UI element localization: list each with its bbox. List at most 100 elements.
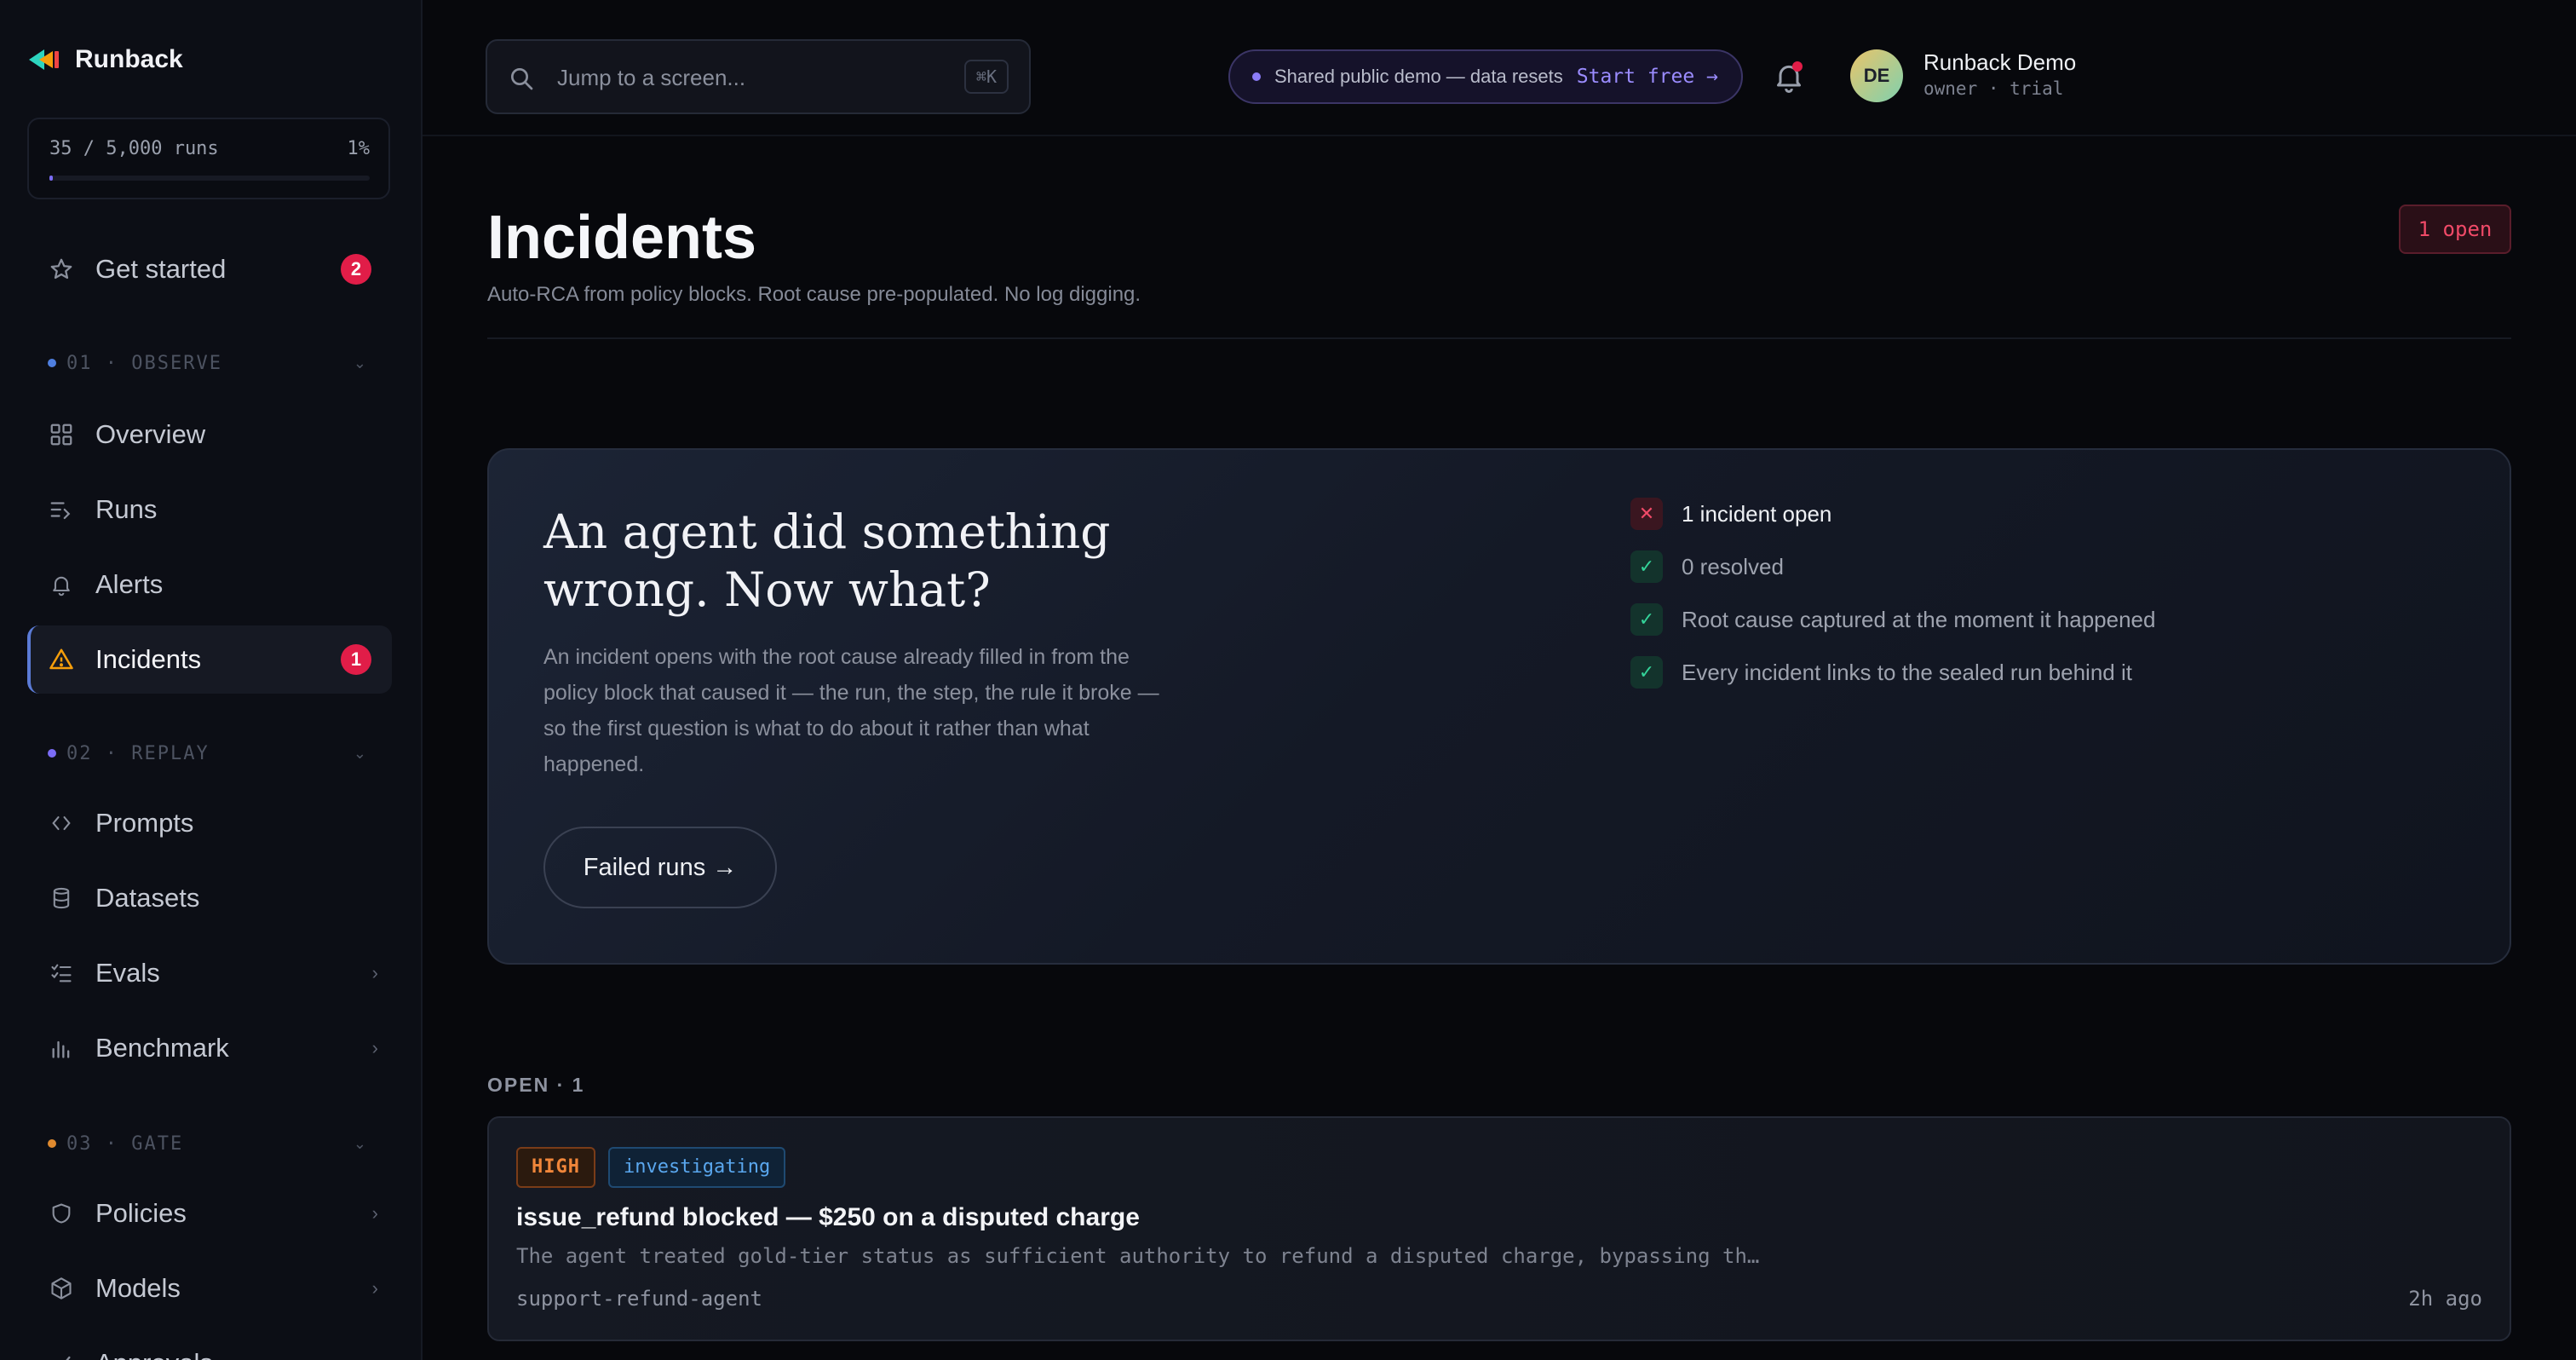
bell-icon (48, 571, 75, 598)
status-badge: investigating (608, 1147, 786, 1188)
sidebar-item-label: Overview (95, 419, 206, 449)
incident-agent: support-refund-agent (516, 1287, 762, 1311)
open-list-label: OPEN · 1 (487, 1074, 585, 1096)
checklist-text: Every incident links to the sealed run b… (1682, 659, 2132, 685)
sidebar-item-alerts[interactable]: Alerts (27, 550, 392, 619)
sidebar-item-runs[interactable]: Runs (27, 475, 392, 544)
sidebar-item-label: Get started (95, 254, 227, 284)
shield-icon (48, 1200, 75, 1227)
header-divider (487, 337, 2511, 339)
demo-dot (1252, 72, 1261, 81)
usage-track (49, 176, 370, 181)
section-label: 01 · OBSERVE (66, 352, 222, 374)
sidebar-item-approvals[interactable]: Approvals (27, 1329, 392, 1360)
list-arrow-icon (48, 496, 75, 523)
chevron-right-icon: › (371, 1037, 378, 1058)
brand-name: Runback (75, 45, 183, 73)
x-icon: ✕ (1630, 498, 1663, 530)
section-dot (48, 749, 56, 758)
check-icon (48, 1350, 75, 1360)
sidebar-item-label: Alerts (95, 569, 164, 599)
search-icon (511, 68, 533, 90)
checklist-text: 1 incident open (1682, 500, 1832, 527)
warning-icon (48, 646, 75, 673)
checklist-text: Root cause captured at the moment it hap… (1682, 606, 2156, 632)
check-icon: ✓ (1630, 603, 1663, 636)
notification-badge: 1 (341, 644, 371, 675)
section-label: 02 · REPLAY (66, 742, 210, 764)
checklist-item: ✕ 1 incident open (1630, 498, 1831, 530)
user-name[interactable]: Runback Demo (1923, 49, 2076, 76)
database-icon (48, 885, 75, 912)
usage-fill (49, 176, 53, 181)
user-role: owner · trial (1923, 78, 2064, 99)
section-dot (48, 1139, 56, 1148)
hero-body: An incident opens with the root cause al… (543, 645, 1159, 776)
incident-card[interactable]: HIGH investigating issue_refund blocked … (487, 1116, 2511, 1341)
cube-icon (48, 1275, 75, 1302)
sidebar-item-prompts[interactable]: Prompts (27, 789, 392, 857)
sidebar-item-label: Evals (95, 958, 160, 988)
section-dot (48, 359, 56, 367)
section-gate[interactable]: 03 · GATE ⌄ (48, 1131, 382, 1156)
sidebar-item-label: Runs (95, 494, 158, 524)
sidebar-item-datasets[interactable]: Datasets (27, 864, 392, 932)
check-icon: ✓ (1630, 550, 1663, 583)
runback-logo-icon (29, 49, 59, 70)
checklist-item: ✓ 0 resolved (1630, 550, 1784, 583)
chevron-down-icon: ⌄ (353, 1134, 368, 1152)
code-brackets-icon (48, 810, 75, 837)
grid-icon (48, 421, 75, 448)
sidebar-item-policies[interactable]: Policies › (27, 1179, 392, 1248)
sidebar-item-overview[interactable]: Overview (27, 401, 392, 469)
sidebar-item-incidents[interactable]: Incidents 1 (27, 625, 392, 694)
sidebar-item-label: Prompts (95, 808, 194, 838)
star-icon (48, 256, 75, 283)
checklist-icon (48, 959, 75, 987)
checklist-text: 0 resolved (1682, 553, 1784, 579)
avatar[interactable]: DE (1850, 49, 1903, 102)
search-box[interactable]: ⌘K (486, 39, 1031, 114)
sidebar: Runback 35 / 5,000 runs 1% Get started 2… (0, 0, 423, 1360)
sidebar-item-label: Incidents (95, 644, 202, 674)
incident-title[interactable]: issue_refund blocked — $250 on a dispute… (516, 1203, 1140, 1232)
sidebar-item-label: Benchmark (95, 1033, 229, 1063)
notification-badge: 2 (341, 254, 371, 285)
usage-percent: 1% (347, 138, 371, 159)
severity-badge: HIGH (516, 1147, 595, 1188)
sidebar-item-label: Policies (95, 1198, 187, 1228)
hero-title: An agent did something wrong. Now what? (543, 504, 1111, 617)
incident-description: The agent treated gold-tier status as su… (516, 1244, 1760, 1268)
hero-card: An agent did something wrong. Now what? … (487, 448, 2511, 965)
start-free-link[interactable]: Start free → (1577, 66, 1718, 88)
open-count-badge[interactable]: 1 open (2399, 205, 2511, 254)
chevron-down-icon: ⌄ (353, 744, 368, 762)
failed-runs-button[interactable]: Failed runs → (543, 827, 777, 908)
notification-dot (1792, 61, 1803, 72)
brand[interactable]: Runback (27, 43, 183, 77)
sidebar-item-models[interactable]: Models › (27, 1254, 392, 1323)
sidebar-item-get-started[interactable]: Get started 2 (27, 235, 392, 303)
sidebar-item-label: Datasets (95, 883, 200, 913)
chevron-right-icon: › (371, 1202, 378, 1224)
section-label: 03 · GATE (66, 1132, 184, 1155)
demo-banner: Shared public demo — data resets Start f… (1228, 49, 1743, 104)
section-replay[interactable]: 02 · REPLAY ⌄ (48, 741, 382, 766)
demo-text: Shared public demo — data resets (1274, 66, 1563, 87)
usage-meter: 35 / 5,000 runs 1% (27, 118, 390, 199)
sidebar-item-benchmark[interactable]: Benchmark › (27, 1014, 392, 1082)
chevron-right-icon: › (371, 1277, 378, 1299)
sidebar-item-label: Models (95, 1273, 181, 1303)
chevron-right-icon: › (371, 962, 378, 983)
check-icon: ✓ (1630, 656, 1663, 689)
section-observe[interactable]: 01 · OBSERVE ⌄ (48, 350, 382, 376)
sidebar-item-evals[interactable]: Evals › (27, 939, 392, 1007)
page-subtitle: Auto-RCA from policy blocks. Root cause … (487, 283, 1141, 306)
sidebar-item-label: Approvals (95, 1348, 213, 1360)
usage-label: 35 / 5,000 runs (49, 138, 219, 159)
page-title: Incidents (487, 204, 757, 272)
checklist-item: ✓ Root cause captured at the moment it h… (1630, 603, 2155, 636)
bar-chart-icon (48, 1034, 75, 1062)
checklist-item: ✓ Every incident links to the sealed run… (1630, 656, 2132, 689)
search-input[interactable] (555, 41, 934, 114)
